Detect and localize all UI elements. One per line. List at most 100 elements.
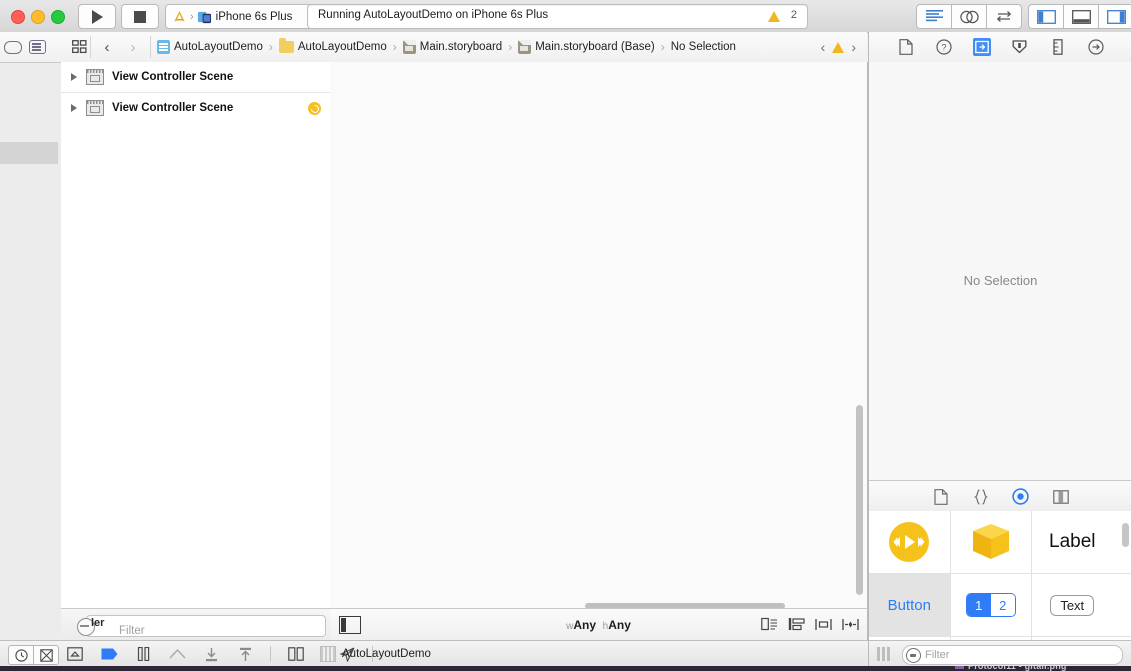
media-library-icon xyxy=(1052,489,1069,504)
breadcrumb-label: AutoLayoutDemo xyxy=(297,41,387,53)
storyboard-canvas[interactable] xyxy=(330,62,868,608)
library-view-toggle-icon[interactable] xyxy=(877,647,891,661)
breadcrumb-item-storyboard-base[interactable]: Main.storyboard (Base) xyxy=(518,32,655,62)
library-item-button[interactable]: Button xyxy=(869,574,951,636)
window-close-button[interactable] xyxy=(11,10,25,24)
view-controller-scene-icon xyxy=(86,100,104,116)
editor-mode-segmented-control[interactable] xyxy=(916,4,1022,29)
chevron-right-icon[interactable] xyxy=(71,73,77,81)
stop-button[interactable] xyxy=(121,4,159,29)
debug-area-glyph xyxy=(67,647,83,661)
segment-2: 2 xyxy=(990,594,1015,616)
scheme-separator: › xyxy=(190,10,194,23)
folder-icon xyxy=(278,38,294,53)
comment-icon[interactable] xyxy=(29,40,46,54)
breadcrumb-item-project[interactable]: AutoLayoutDemo xyxy=(157,32,263,62)
app-target-icon xyxy=(174,10,185,22)
panel-toggle-segmented-control[interactable] xyxy=(1028,4,1131,29)
filter-search-icon xyxy=(906,647,921,663)
debug-scheme-indicator[interactable]: AutoLayoutDemo xyxy=(320,646,431,662)
library-item-media-playback[interactable] xyxy=(869,511,951,573)
step-into-icon[interactable] xyxy=(202,645,220,663)
debug-history-segmented-control[interactable] xyxy=(8,645,59,665)
background-list-selected-row[interactable] xyxy=(0,142,58,164)
connections-arrow-icon xyxy=(1087,39,1104,55)
update-frames-icon[interactable] xyxy=(761,616,778,633)
previous-issue-button[interactable]: ‹ xyxy=(816,39,831,55)
library-item-button-text: Button xyxy=(887,596,931,614)
pin-icon[interactable] xyxy=(842,616,859,633)
breadcrumb-label: Main.storyboard xyxy=(419,41,503,53)
warning-triangle-icon[interactable] xyxy=(832,41,845,53)
tab-quick-help-inspector[interactable]: ? xyxy=(935,38,953,56)
svg-text:?: ? xyxy=(941,43,946,53)
tab-object-library[interactable] xyxy=(1012,488,1030,506)
tab-code-snippet-library[interactable] xyxy=(972,488,990,506)
related-items-icon[interactable] xyxy=(72,40,87,54)
navigate-forward-button[interactable]: › xyxy=(122,38,144,56)
tag-icon[interactable] xyxy=(4,41,22,54)
step-out-icon[interactable] xyxy=(236,645,254,663)
assistant-editor-icon xyxy=(959,10,979,23)
file-icon xyxy=(898,39,913,55)
library-item-object-cube[interactable] xyxy=(951,511,1032,573)
toggle-navigator-button[interactable] xyxy=(1028,4,1064,29)
version-editor-button[interactable] xyxy=(987,4,1022,29)
align-icon[interactable] xyxy=(815,616,832,633)
question-mark-icon: ? xyxy=(935,39,952,55)
play-icon xyxy=(91,9,103,24)
library-vertical-scrollbar[interactable] xyxy=(1122,523,1129,547)
tab-media-library[interactable] xyxy=(1052,488,1070,506)
breakpoints-toggle-icon[interactable] xyxy=(100,645,118,663)
tab-file-template-library[interactable] xyxy=(932,488,950,506)
library-item-text-field[interactable]: Text xyxy=(1032,574,1113,636)
library-item-segmented-control[interactable]: 1 2 xyxy=(951,574,1032,636)
library-item-label[interactable]: Label xyxy=(1032,511,1113,573)
canvas-vertical-scrollbar[interactable] xyxy=(856,405,863,595)
debug-bar: AutoLayoutDemo xyxy=(0,640,868,666)
library-item-label-text: Label xyxy=(1049,531,1096,552)
view-debugging-icon[interactable] xyxy=(287,645,305,663)
tab-attributes-inspector[interactable] xyxy=(1011,38,1029,56)
navigate-back-button[interactable]: ‹ xyxy=(96,38,118,56)
show-hide-debug-area-icon[interactable] xyxy=(66,645,84,663)
next-issue-button[interactable]: › xyxy=(846,39,861,55)
segmented-control-visual: 1 2 xyxy=(965,593,1016,617)
breadcrumb-item-selection[interactable]: No Selection xyxy=(671,32,736,62)
assistant-editor-button[interactable] xyxy=(952,4,987,29)
breadcrumb: AutoLayoutDemo › AutoLayoutDemo › Main.s… xyxy=(157,32,736,62)
breadcrumb-separator: › xyxy=(392,40,397,54)
breadcrumb-item-storyboard[interactable]: Main.storyboard xyxy=(402,32,503,62)
chevron-right-icon[interactable] xyxy=(71,104,77,112)
document-outline: View Controller Scene View Controller Sc… xyxy=(61,62,331,608)
outline-filter-field[interactable]: ler Filter xyxy=(77,615,326,637)
outline-scene-row[interactable]: View Controller Scene xyxy=(61,62,330,92)
project-icon xyxy=(157,40,170,54)
step-over-icon[interactable] xyxy=(168,645,186,663)
breadcrumb-item-group[interactable]: AutoLayoutDemo xyxy=(278,32,387,62)
storyboard-entry-point-badge[interactable] xyxy=(308,102,321,115)
outline-scene-row[interactable]: View Controller Scene xyxy=(61,92,330,123)
inspector-tab-bar: ? xyxy=(869,32,1131,63)
tab-file-inspector[interactable] xyxy=(897,38,915,56)
pause-continue-icon[interactable] xyxy=(134,645,152,663)
window-minimize-button[interactable] xyxy=(31,10,45,24)
toggle-utilities-button[interactable] xyxy=(1099,4,1131,29)
clear-console-button[interactable] xyxy=(34,645,59,665)
breakpoint-glyph xyxy=(101,648,117,660)
activity-status-field[interactable]: Running AutoLayoutDemo on iPhone 6s Plus… xyxy=(307,4,808,29)
ruler-icon xyxy=(1052,39,1063,55)
activity-status-text: Running AutoLayoutDemo on iPhone 6s Plus xyxy=(318,9,549,21)
toggle-debug-area-button[interactable] xyxy=(1064,4,1099,29)
tab-size-inspector[interactable] xyxy=(1049,38,1067,56)
standard-editor-button[interactable] xyxy=(916,4,952,29)
tab-connections-inspector[interactable] xyxy=(1087,38,1105,56)
window-zoom-button[interactable] xyxy=(51,10,65,24)
run-button[interactable] xyxy=(78,4,116,29)
tab-identity-inspector[interactable] xyxy=(972,38,991,56)
scheme-selector[interactable]: › iPhone 6s Plus xyxy=(165,4,313,29)
library-filter-field[interactable]: Filter xyxy=(902,645,1123,665)
inspector-empty-state: No Selection xyxy=(963,273,1038,288)
embed-in-icon[interactable] xyxy=(788,616,805,633)
history-button[interactable] xyxy=(8,645,34,665)
